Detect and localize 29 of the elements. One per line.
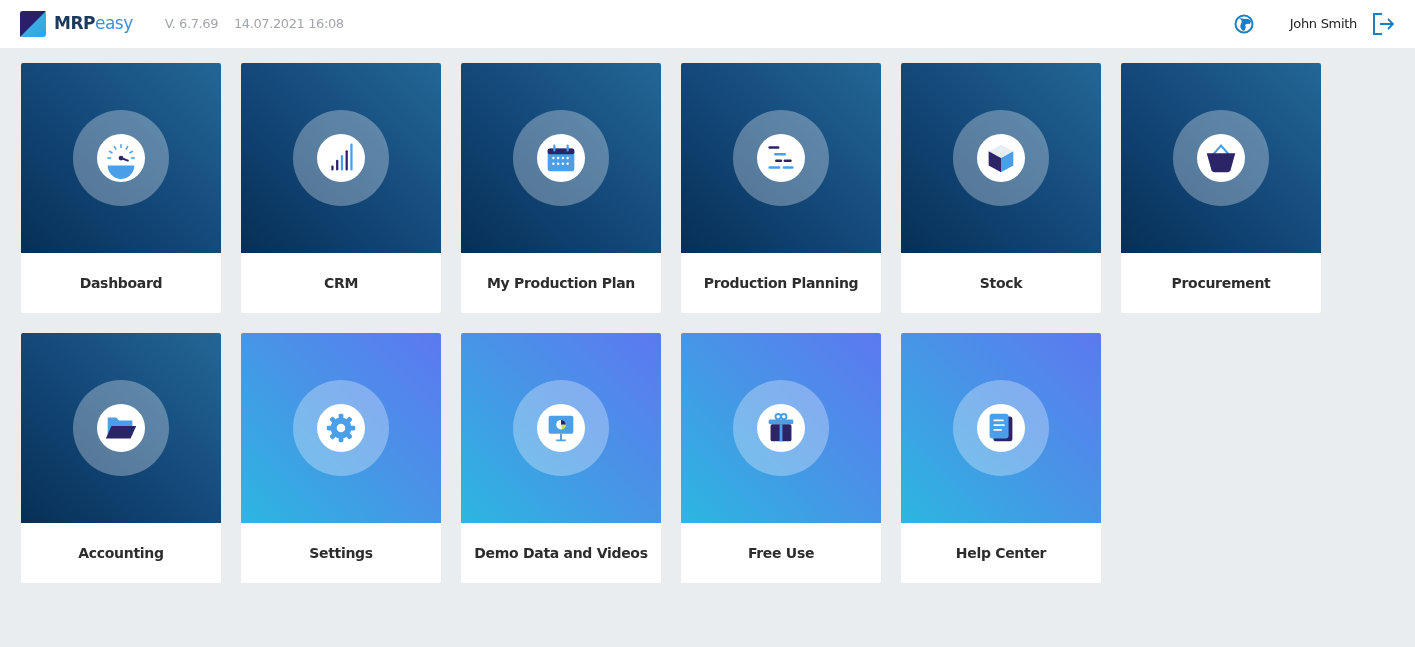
date-time: 14.07.2021 16:08	[234, 15, 344, 34]
module-tile[interactable]: Demo Data and Videos	[461, 333, 661, 583]
module-tile[interactable]: Procurement	[1121, 63, 1321, 313]
version-label: V. 6.7.69	[163, 15, 218, 34]
basket-icon	[1173, 110, 1269, 206]
brand-name: MRPeasy	[54, 12, 133, 36]
cube-icon	[953, 110, 1049, 206]
gantt-icon	[733, 110, 829, 206]
module-tile[interactable]: Stock	[901, 63, 1101, 313]
module-tile[interactable]: CRM	[241, 63, 441, 313]
module-tile[interactable]: Production Planning	[681, 63, 881, 313]
module-tile[interactable]: Settings	[241, 333, 441, 583]
document-icon	[953, 380, 1049, 476]
folder-icon	[73, 380, 169, 476]
gear-icon	[293, 380, 389, 476]
module-tile[interactable]: Help Center	[901, 333, 1101, 583]
module-tile[interactable]: My Production Plan	[461, 63, 661, 313]
bar-chart-icon	[293, 110, 389, 206]
module-tile[interactable]: Accounting	[21, 333, 221, 583]
calendar-icon	[513, 110, 609, 206]
logout-icon[interactable]	[1373, 13, 1395, 35]
presentation-icon	[513, 380, 609, 476]
module-tile[interactable]: Dashboard	[21, 63, 221, 313]
globe-icon[interactable]	[1233, 14, 1254, 34]
gauge-icon	[73, 110, 169, 206]
logo-icon	[20, 11, 46, 37]
gift-icon	[733, 380, 829, 476]
user-name[interactable]: John Smith	[1289, 14, 1357, 34]
module-tile[interactable]: Free Use	[681, 333, 881, 583]
